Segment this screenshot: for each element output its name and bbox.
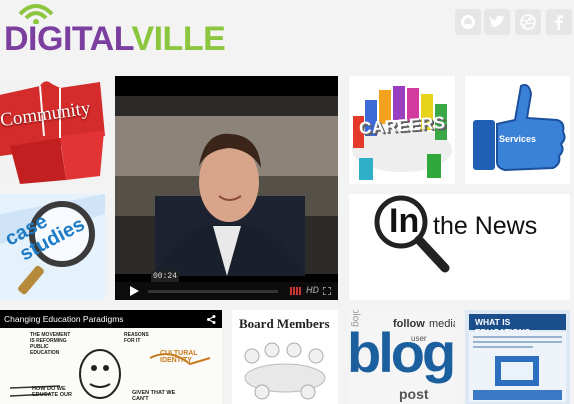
blog-word-blog: blog [350, 310, 361, 327]
tile-careers[interactable]: CAREERS [349, 76, 455, 184]
blog-big-label: blog [349, 321, 455, 384]
meeting-table-image [244, 342, 326, 400]
paradigms-note-1: THE MOVEMENT IS REFORMING PUBLIC EDUCATI… [30, 332, 71, 356]
twitter-icon [489, 15, 505, 27]
tile-community[interactable]: Community [0, 76, 105, 184]
tile-case-studies[interactable]: case studies [0, 194, 105, 299]
hd-label[interactable]: HD [306, 285, 319, 295]
video-frame [115, 76, 338, 300]
paradigms-title-bar: Changing Education Paradigms [0, 310, 222, 328]
play-icon[interactable] [129, 286, 139, 296]
github-link[interactable] [455, 9, 481, 35]
dribbble-icon [520, 14, 536, 30]
brand-logo[interactable]: DIGITALVILLE [2, 0, 242, 60]
paradigms-note-2: REASONS FOR IT [124, 332, 149, 344]
tile-in-the-news[interactable]: In the News [349, 194, 570, 300]
facebook-link[interactable] [546, 9, 572, 35]
fullscreen-icon[interactable] [323, 287, 331, 295]
news-magnifier-icon [374, 195, 450, 273]
paradigms-note-4: HOW DO WE EDUCATE OUR [32, 386, 72, 398]
news-rest-label: the News [433, 212, 538, 240]
dribbble-link[interactable] [515, 9, 541, 35]
services-label: Services [499, 134, 537, 144]
brand-part-ville: VILLE [131, 20, 226, 58]
education-title-bar: WHAT IS EDUCATION? [469, 314, 566, 337]
video-timestamp: 00:24 [151, 271, 180, 282]
paradigms-title: Changing Education Paradigms [4, 314, 124, 324]
blog-word-post: post [399, 386, 429, 402]
share-icon[interactable] [207, 315, 216, 324]
board-title: Board Members [239, 316, 330, 331]
seek-bar[interactable] [148, 290, 278, 293]
paradigms-note-3: CULTURAL IDENTITY [160, 350, 198, 364]
tile-video[interactable]: 00:24 HD [115, 76, 338, 300]
thumbs-up-icon [465, 76, 570, 184]
brand-wordmark: DIGITALVILLE [4, 20, 226, 58]
tile-what-is-education[interactable]: WHAT IS EDUCATION? [465, 310, 570, 404]
tile-changing-education-paradigms[interactable]: Changing Education Paradigms THE MOVEMEN… [0, 310, 222, 404]
twitter-link[interactable] [484, 9, 510, 35]
github-icon [461, 15, 475, 29]
facebook-icon [555, 15, 563, 30]
infographic-image [469, 332, 566, 402]
volume-bars[interactable] [290, 287, 301, 295]
tile-services[interactable]: Services [465, 76, 570, 184]
news-in-label: In [389, 202, 420, 240]
tile-blog[interactable]: follow media user blog post blog [349, 310, 455, 404]
paradigms-note-5: GIVEN THAT WE CAN'T [132, 390, 176, 402]
brand-part-digital: DIGITAL [4, 20, 132, 58]
tile-board-members[interactable]: Board Members [232, 310, 338, 404]
video-controls: 00:24 HD [115, 271, 338, 300]
